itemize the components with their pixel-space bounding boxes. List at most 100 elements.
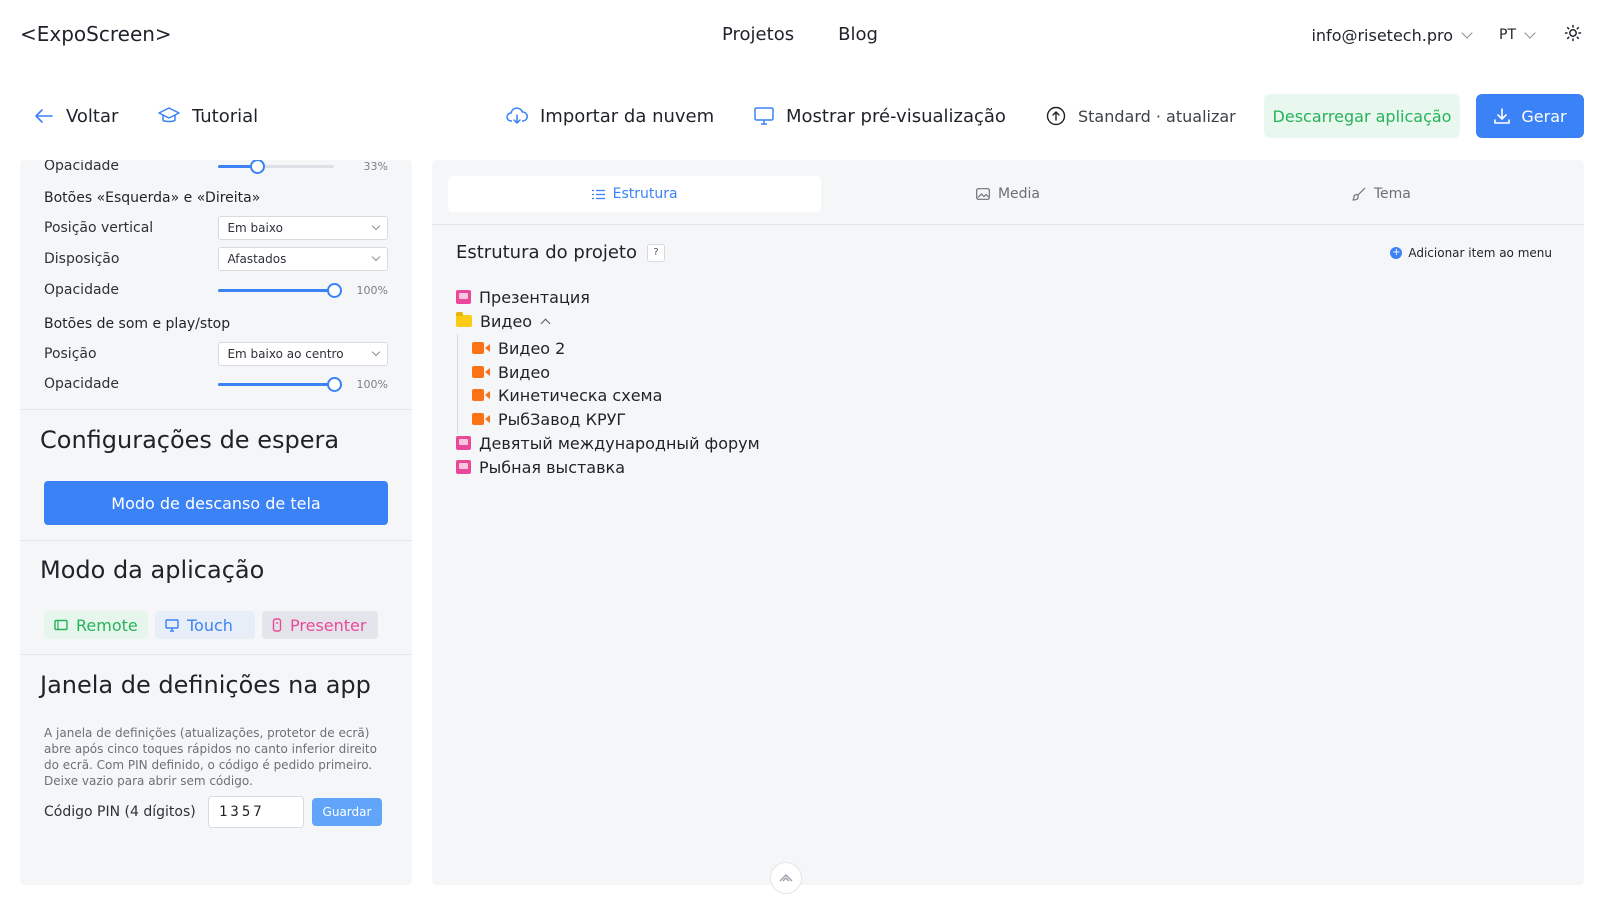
show-preview-label: Mostrar pré-visualização	[786, 105, 1006, 127]
standard-update-button[interactable]: Standard · atualizar	[1046, 94, 1236, 138]
generate-label: Gerar	[1521, 106, 1567, 126]
touch-screen-icon	[165, 618, 179, 632]
video-camera-icon	[472, 413, 490, 425]
sound-opacity-label: Opacidade	[44, 376, 120, 392]
tree-guide-line	[457, 334, 458, 434]
top-opacity-slider[interactable]	[218, 160, 335, 178]
tab-theme[interactable]: Tema	[1195, 176, 1568, 212]
chevron-up-icon	[779, 874, 793, 882]
tab-media-label: Media	[997, 186, 1041, 202]
layout-select[interactable]: Afastados	[218, 247, 388, 271]
pin-row: Código PIN (4 dígitos) 1357 Guardar	[44, 796, 388, 828]
mode-remote-button[interactable]: Remote	[44, 611, 148, 639]
standby-heading: Configurações de espera	[40, 426, 340, 454]
vertical-position-label: Posição vertical	[44, 220, 154, 236]
lr-opacity-value: 100%	[356, 283, 388, 297]
layout-row: Disposição Afastados	[44, 247, 388, 271]
save-pin-button[interactable]: Guardar	[312, 798, 382, 826]
theme-toggle-sun-icon[interactable]	[1564, 24, 1582, 46]
help-button[interactable]: ?	[646, 243, 665, 262]
tree-item-label: Презентация	[479, 287, 590, 307]
tree-item-label: Видео	[498, 362, 551, 382]
tree-item-presentation[interactable]: Презентация	[456, 286, 590, 308]
tree-item-presentation[interactable]: Девятый международный форум	[456, 432, 760, 454]
top-opacity-value: 33%	[363, 160, 388, 173]
sound-position-row: Posição Em baixo ao centro	[44, 342, 388, 366]
presentation-icon	[456, 290, 471, 304]
main-nav: Projetos Blog	[722, 24, 878, 45]
slider-fill	[218, 383, 335, 386]
tree-item-video[interactable]: РыбЗавод КРУГ	[472, 408, 626, 430]
video-camera-icon	[472, 342, 490, 354]
settings-window-heading: Janela de definições na app	[40, 671, 371, 699]
brush-icon	[1352, 187, 1366, 201]
account-dropdown[interactable]: info@risetech.pro	[1311, 25, 1473, 45]
presentation-icon	[456, 436, 471, 450]
lr-buttons-heading: Botões «Esquerda» e «Direita»	[44, 190, 261, 206]
tree-item-presentation[interactable]: Рыбная выставка	[456, 456, 625, 478]
download-app-button[interactable]: Descarregar aplicação	[1264, 94, 1460, 138]
tree-item-video[interactable]: Видео 2	[472, 337, 565, 359]
chevron-down-icon	[371, 347, 381, 357]
folder-icon	[456, 312, 472, 327]
vertical-position-select[interactable]: Em baixo	[218, 216, 388, 240]
arrow-left-icon	[35, 109, 53, 123]
slider-fill	[218, 289, 335, 292]
tree-item-video[interactable]: Кинетическа схема	[472, 384, 662, 406]
import-cloud-label: Importar da nuvem	[540, 105, 715, 127]
tab-structure[interactable]: Estrutura	[448, 176, 822, 212]
tab-structure-label: Estrutura	[612, 186, 678, 202]
tab-media[interactable]: Media	[821, 176, 1194, 212]
app-mode-heading: Modo da aplicação	[40, 556, 265, 584]
show-preview-button[interactable]: Mostrar pré-visualização	[754, 94, 1006, 138]
add-menu-item-button[interactable]: + Adicionar item ao menu	[1390, 246, 1552, 260]
nav-projects-link[interactable]: Projetos	[722, 24, 794, 45]
chevron-down-icon	[371, 252, 381, 262]
vertical-position-row: Posição vertical Em baixo	[44, 216, 388, 240]
slider-knob[interactable]	[327, 283, 343, 298]
section-divider	[20, 654, 412, 655]
plus-circle-icon: +	[1390, 247, 1403, 259]
slider-knob[interactable]	[327, 377, 343, 392]
tree-item-label: Рыбная выставка	[479, 457, 626, 477]
mode-presenter-button[interactable]: Presenter	[262, 611, 378, 639]
generate-button[interactable]: Gerar	[1476, 94, 1584, 138]
tree-item-label: РыбЗавод КРУГ	[498, 409, 627, 429]
mode-touch-label: Touch	[187, 615, 233, 635]
nav-blog-link[interactable]: Blog	[838, 24, 878, 45]
add-menu-item-label: Adicionar item ao menu	[1408, 246, 1552, 260]
chevron-up-icon[interactable]	[540, 318, 551, 328]
project-toolbar: Voltar Tutorial Importar da nuvem Mostra…	[0, 94, 1600, 138]
back-label: Voltar	[66, 105, 119, 127]
sound-opacity-slider[interactable]	[218, 372, 343, 396]
back-button[interactable]: Voltar	[34, 94, 118, 138]
slider-knob[interactable]	[249, 160, 265, 174]
tree-item-folder[interactable]: Видео	[456, 310, 551, 332]
tree-item-label: Видео 2	[498, 338, 566, 358]
lr-opacity-slider[interactable]	[218, 278, 343, 302]
settings-panel[interactable]: Opacidade 33% Botões «Esquerda» e «Direi…	[20, 160, 412, 885]
tree-item-label: Видео	[480, 311, 533, 331]
language-dropdown[interactable]: PT	[1499, 27, 1536, 43]
account-area: info@risetech.pro PT	[1311, 24, 1582, 46]
sound-position-select[interactable]: Em baixo ao centro	[218, 342, 388, 366]
monitor-icon	[754, 107, 774, 125]
pin-input[interactable]: 1357	[208, 796, 304, 828]
project-structure-panel: Estrutura Media Tema Estrutura do projet…	[432, 160, 1584, 885]
layout-label: Disposição	[44, 251, 120, 267]
tree-item-label: Девятый международный форум	[479, 433, 760, 453]
pin-label: Código PIN (4 dígitos)	[44, 804, 196, 820]
screensaver-mode-button[interactable]: Modo de descanso de tela	[44, 481, 388, 525]
list-icon	[591, 189, 605, 199]
tutorial-button[interactable]: Tutorial	[158, 94, 258, 138]
app-logo[interactable]: <ExpoScreen>	[20, 22, 172, 46]
collapse-handle-button[interactable]	[770, 862, 802, 894]
account-email: info@risetech.pro	[1311, 25, 1453, 45]
tree-item-video[interactable]: Видео	[472, 361, 550, 383]
mode-touch-button[interactable]: Touch	[155, 611, 255, 639]
section-divider	[20, 540, 412, 541]
import-cloud-button[interactable]: Importar da nuvem	[506, 94, 714, 138]
sound-opacity-row: Opacidade 100%	[44, 372, 388, 396]
chevron-down-icon	[1461, 27, 1473, 39]
video-camera-icon	[472, 389, 490, 401]
